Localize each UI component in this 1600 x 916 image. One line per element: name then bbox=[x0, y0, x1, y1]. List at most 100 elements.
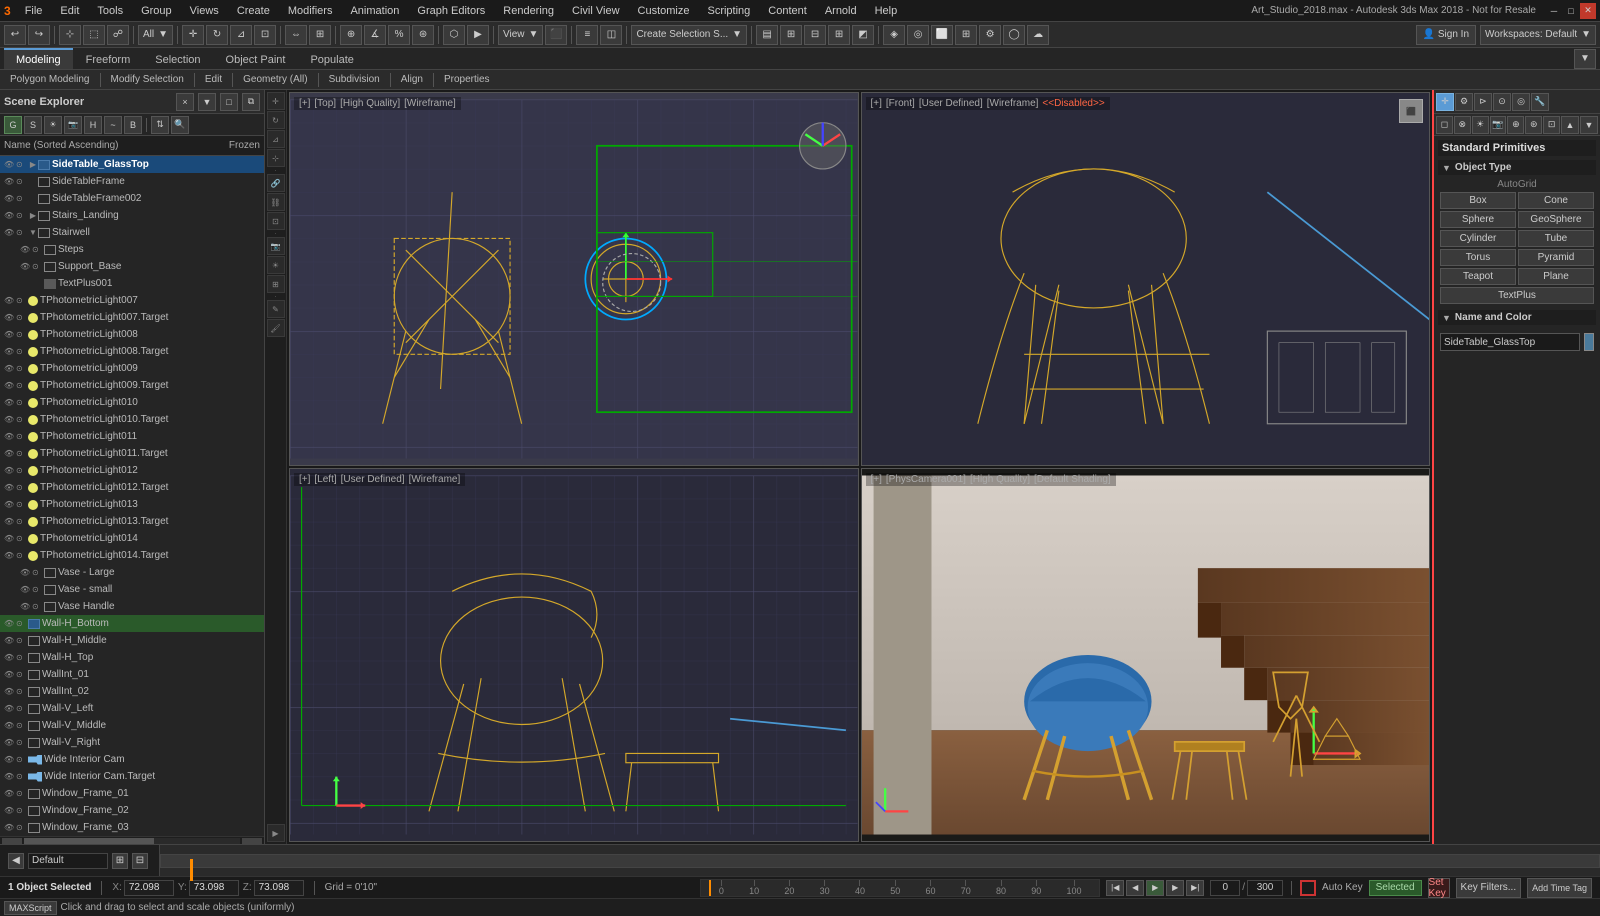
z-value[interactable]: 73.098 bbox=[254, 880, 304, 896]
explorer-filter-camera[interactable]: 📷 bbox=[64, 116, 82, 134]
list-item[interactable]: 👁 ⊙ Window_Frame_02 bbox=[0, 802, 264, 819]
pyramid-button[interactable]: Pyramid bbox=[1518, 249, 1594, 266]
explorer-icon2[interactable]: ⧉ bbox=[242, 93, 260, 111]
list-item[interactable]: 👁 ⊙ TPhotometricLight007.Target bbox=[0, 309, 264, 326]
strip-pen-button[interactable]: ✎ bbox=[267, 300, 285, 318]
render-icon[interactable]: ⊙ bbox=[16, 806, 26, 816]
visibility-icon[interactable]: 👁 bbox=[4, 313, 14, 323]
object-color-swatch[interactable] bbox=[1584, 333, 1594, 351]
spacewarps-button[interactable]: ⊛ bbox=[1525, 116, 1542, 134]
sphere-button[interactable]: Sphere bbox=[1440, 211, 1516, 228]
list-item[interactable]: 👁 ⊙ TPhotometricLight009 bbox=[0, 360, 264, 377]
visibility-icon[interactable]: 👁 bbox=[4, 483, 14, 493]
list-item[interactable]: 👁 ⊙ TPhotometricLight014.Target bbox=[0, 547, 264, 564]
render-icon[interactable]: ⊙ bbox=[16, 398, 26, 408]
create-selection-dropdown[interactable]: Create Selection S...▼ bbox=[631, 25, 747, 45]
render-icon[interactable]: ⊙ bbox=[16, 177, 26, 187]
object-name[interactable]: TPhotometricLight010 bbox=[40, 397, 138, 408]
ribbon-collapse-button[interactable]: ▼ bbox=[1574, 49, 1596, 69]
object-name[interactable]: Stairs_Landing bbox=[52, 210, 119, 221]
undo-button[interactable]: ↩ bbox=[4, 25, 26, 45]
object-name[interactable]: Vase - small bbox=[58, 584, 112, 595]
tab-modeling[interactable]: Modeling bbox=[4, 48, 73, 69]
render-icon[interactable]: ⊙ bbox=[16, 823, 26, 833]
object-name[interactable]: TPhotometricLight012 bbox=[40, 465, 138, 476]
object-name[interactable]: Wall-H_Bottom bbox=[42, 618, 109, 629]
viewport-bottom-right[interactable]: [+][PhysCamera001][High Quality][Default… bbox=[861, 468, 1431, 842]
visibility-icon[interactable]: 👁 bbox=[4, 296, 14, 306]
mirror-button[interactable]: ⇔ bbox=[285, 25, 307, 45]
object-name[interactable]: WallInt_01 bbox=[42, 669, 89, 680]
render-icon[interactable]: ⊙ bbox=[16, 313, 26, 323]
object-name[interactable]: Vase Handle bbox=[58, 601, 115, 612]
viewport-bottom-right-label[interactable]: [+][PhysCamera001][High Quality][Default… bbox=[866, 473, 1116, 486]
render-icon[interactable]: ⊙ bbox=[32, 568, 42, 578]
list-item[interactable]: 👁 ⊙ Wide Interior Cam.Target bbox=[0, 768, 264, 785]
explorer-close-button[interactable]: × bbox=[176, 93, 194, 111]
list-item[interactable]: 👁 ⊙ Window_Frame_01 bbox=[0, 785, 264, 802]
menu-rendering[interactable]: Rendering bbox=[495, 3, 562, 19]
render-icon[interactable]: ⊙ bbox=[16, 619, 26, 629]
shapes-button[interactable]: ⊗ bbox=[1454, 116, 1471, 134]
strip-move-button[interactable]: ✛ bbox=[267, 92, 285, 110]
select-move-button[interactable]: ✛ bbox=[182, 25, 204, 45]
menu-edit[interactable]: Edit bbox=[52, 3, 87, 19]
ribbon-align[interactable]: Align bbox=[395, 73, 429, 86]
object-name-input[interactable] bbox=[1440, 333, 1580, 351]
object-name[interactable]: Support_Base bbox=[58, 261, 121, 272]
render-icon[interactable]: ⊙ bbox=[16, 381, 26, 391]
scroll-left-button[interactable] bbox=[2, 838, 22, 844]
list-item[interactable]: 👁 ⊙ TPhotometricLight009.Target bbox=[0, 377, 264, 394]
render-icon[interactable]: ⊙ bbox=[32, 262, 42, 272]
render-icon[interactable]: ⊙ bbox=[16, 551, 26, 561]
visibility-icon[interactable]: 👁 bbox=[4, 823, 14, 833]
render-icon[interactable]: ⊙ bbox=[32, 602, 42, 612]
name-color-section[interactable]: ▼ Name and Color bbox=[1438, 310, 1596, 325]
modify-panel-button[interactable]: ⚙ bbox=[1455, 93, 1473, 111]
track-icon-btn-1[interactable]: ⊞ bbox=[112, 853, 128, 869]
render-button[interactable]: ▶ bbox=[467, 25, 489, 45]
timeline-slider-area[interactable] bbox=[160, 845, 1600, 876]
ribbon-edit[interactable]: Edit bbox=[199, 73, 228, 86]
ribbon-properties[interactable]: Properties bbox=[438, 73, 496, 86]
tab-object-paint[interactable]: Object Paint bbox=[214, 48, 298, 69]
list-item[interactable]: 👁 ⊙ Wall-V_Right bbox=[0, 734, 264, 751]
list-item[interactable]: 👁 ⊙ SideTableFrame002 bbox=[0, 190, 264, 207]
render-icon[interactable]: ⊙ bbox=[16, 755, 26, 765]
list-item[interactable]: 👁 ⊙ TPhotometricLight011 bbox=[0, 428, 264, 445]
render-frame-button[interactable]: ⬜ bbox=[931, 25, 953, 45]
list-item[interactable]: 👁 ⊙ Wall-V_Left bbox=[0, 700, 264, 717]
visibility-icon[interactable]: 👁 bbox=[4, 755, 14, 765]
object-name[interactable]: TPhotometricLight009 bbox=[40, 363, 138, 374]
object-name[interactable]: Wall-V_Right bbox=[42, 737, 100, 748]
workspace-dropdown[interactable]: Workspaces: Default▼ bbox=[1480, 25, 1596, 45]
tools-button[interactable]: ⚙ bbox=[979, 25, 1001, 45]
object-name[interactable]: TPhotometricLight014 bbox=[40, 533, 138, 544]
scroll-right-button[interactable] bbox=[242, 838, 262, 844]
list-item[interactable]: 👁 ⊙ TPhotometricLight011.Target bbox=[0, 445, 264, 462]
strip-select-button[interactable]: ⊹ bbox=[267, 149, 285, 167]
cameras-button[interactable]: 📷 bbox=[1490, 116, 1507, 134]
cylinder-button[interactable]: Cylinder bbox=[1440, 230, 1516, 247]
filter-dropdown[interactable]: All▼ bbox=[138, 25, 173, 45]
explorer-filter-light[interactable]: ☀ bbox=[44, 116, 62, 134]
explorer-find-button[interactable]: 🔍 bbox=[171, 116, 189, 134]
object-name[interactable]: Wall-H_Middle bbox=[42, 635, 107, 646]
textplus-button[interactable]: TextPlus bbox=[1440, 287, 1594, 304]
explorer-sort-button[interactable]: ⇅ bbox=[151, 116, 169, 134]
percent-snap-button[interactable]: % bbox=[388, 25, 410, 45]
y-value[interactable]: 73.098 bbox=[189, 880, 239, 896]
list-item[interactable]: 👁 ⊙ ▶ SideTable_GlassTop bbox=[0, 156, 264, 173]
prev-frame-button[interactable]: ◀ bbox=[1126, 880, 1144, 896]
object-name[interactable]: Window_Frame_02 bbox=[42, 805, 129, 816]
visibility-icon[interactable]: 👁 bbox=[4, 211, 14, 221]
utilities-panel-button[interactable]: 🔧 bbox=[1531, 93, 1549, 111]
spinner-snap-button[interactable]: ⊛ bbox=[412, 25, 434, 45]
list-item[interactable]: 👁 ⊙ WallInt_01 bbox=[0, 666, 264, 683]
list-item[interactable]: 👁 ⊙ Steps bbox=[0, 241, 264, 258]
visibility-icon[interactable]: 👁 bbox=[4, 619, 14, 629]
render-icon[interactable]: ⊙ bbox=[16, 500, 26, 510]
render-icon[interactable]: ⊙ bbox=[16, 160, 26, 170]
layout-button[interactable]: ⊟ bbox=[804, 25, 826, 45]
visibility-icon[interactable] bbox=[20, 279, 30, 289]
